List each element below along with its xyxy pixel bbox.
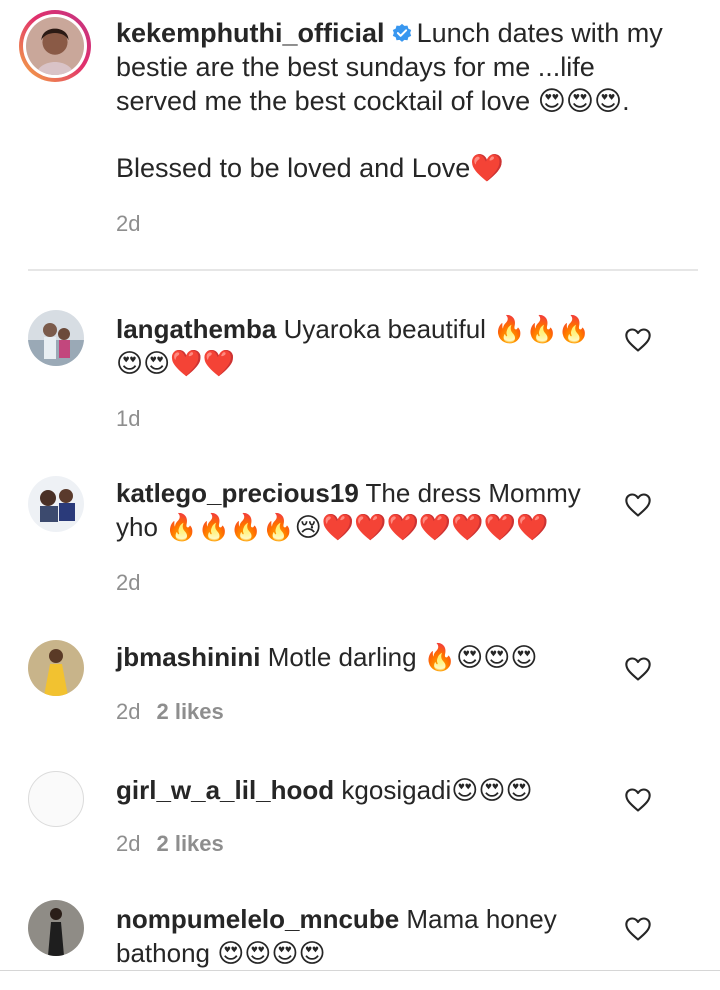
- like-comment-button[interactable]: [624, 492, 652, 518]
- caption-body-2: Blessed to be loved and Love❤️: [116, 153, 504, 183]
- comment-username[interactable]: nompumelelo_mncube: [116, 904, 399, 934]
- like-comment-button[interactable]: [624, 787, 652, 813]
- commenter-avatar[interactable]: [28, 900, 84, 956]
- heart-outline-icon: [625, 493, 651, 517]
- heart-outline-icon: [625, 917, 651, 941]
- like-comment-button[interactable]: [624, 916, 652, 942]
- like-comment-button[interactable]: [624, 327, 652, 353]
- comment-body: kgosigadi😍😍😍: [341, 775, 533, 805]
- heart-outline-icon: [625, 657, 651, 681]
- author-username[interactable]: kekemphuthi_official: [116, 18, 385, 48]
- comment-likes[interactable]: 2 likes: [156, 831, 223, 856]
- comment-time: 1d: [116, 406, 141, 431]
- heart-outline-icon: [625, 328, 651, 352]
- comment-meta: 1d: [116, 406, 140, 432]
- caption-time: 2d: [116, 211, 141, 236]
- comment-text: girl_w_a_lil_hood kgosigadi😍😍😍: [116, 773, 606, 807]
- commenter-avatar[interactable]: [28, 640, 84, 696]
- caption-divider: [28, 269, 698, 271]
- comment-username[interactable]: katlego_precious19: [116, 478, 359, 508]
- heart-outline-icon: [625, 788, 651, 812]
- commenter-avatar-placeholder[interactable]: [28, 771, 84, 827]
- comment-time: 2d: [116, 831, 141, 856]
- comment-time: 2d: [116, 570, 141, 595]
- comment-username[interactable]: langathemba: [116, 314, 276, 344]
- comment-likes[interactable]: 2 likes: [156, 699, 223, 724]
- comment-meta: 2d 2 likes: [116, 831, 224, 857]
- input-divider: [0, 970, 720, 971]
- post-caption: kekemphuthi_official Lunch dates with my …: [0, 0, 720, 272]
- comment-username[interactable]: jbmashinini: [116, 642, 260, 672]
- commenter-avatar[interactable]: [28, 310, 84, 366]
- like-comment-button[interactable]: [624, 656, 652, 682]
- comment-text: katlego_precious19 The dress Mommy yho 🔥…: [116, 476, 606, 544]
- author-avatar[interactable]: [19, 10, 91, 82]
- comment-time: 2d: [116, 699, 141, 724]
- verified-badge-icon: [392, 23, 411, 42]
- comment-text: nompumelelo_mncube Mama honey bathong 😍😍…: [116, 902, 606, 970]
- comment-username[interactable]: girl_w_a_lil_hood: [116, 775, 334, 805]
- comment-body: Motle darling 🔥😍😍😍: [267, 642, 538, 672]
- comment-text: langathemba Uyaroka beautiful 🔥🔥🔥 😍😍❤️❤️: [116, 312, 606, 380]
- commenter-avatar[interactable]: [28, 476, 84, 532]
- caption-text: kekemphuthi_official Lunch dates with my …: [116, 16, 676, 118]
- comment-meta: 2d 2 likes: [116, 699, 224, 725]
- comment-meta: 2d: [116, 570, 140, 596]
- comment-text: jbmashinini Motle darling 🔥😍😍😍: [116, 640, 606, 674]
